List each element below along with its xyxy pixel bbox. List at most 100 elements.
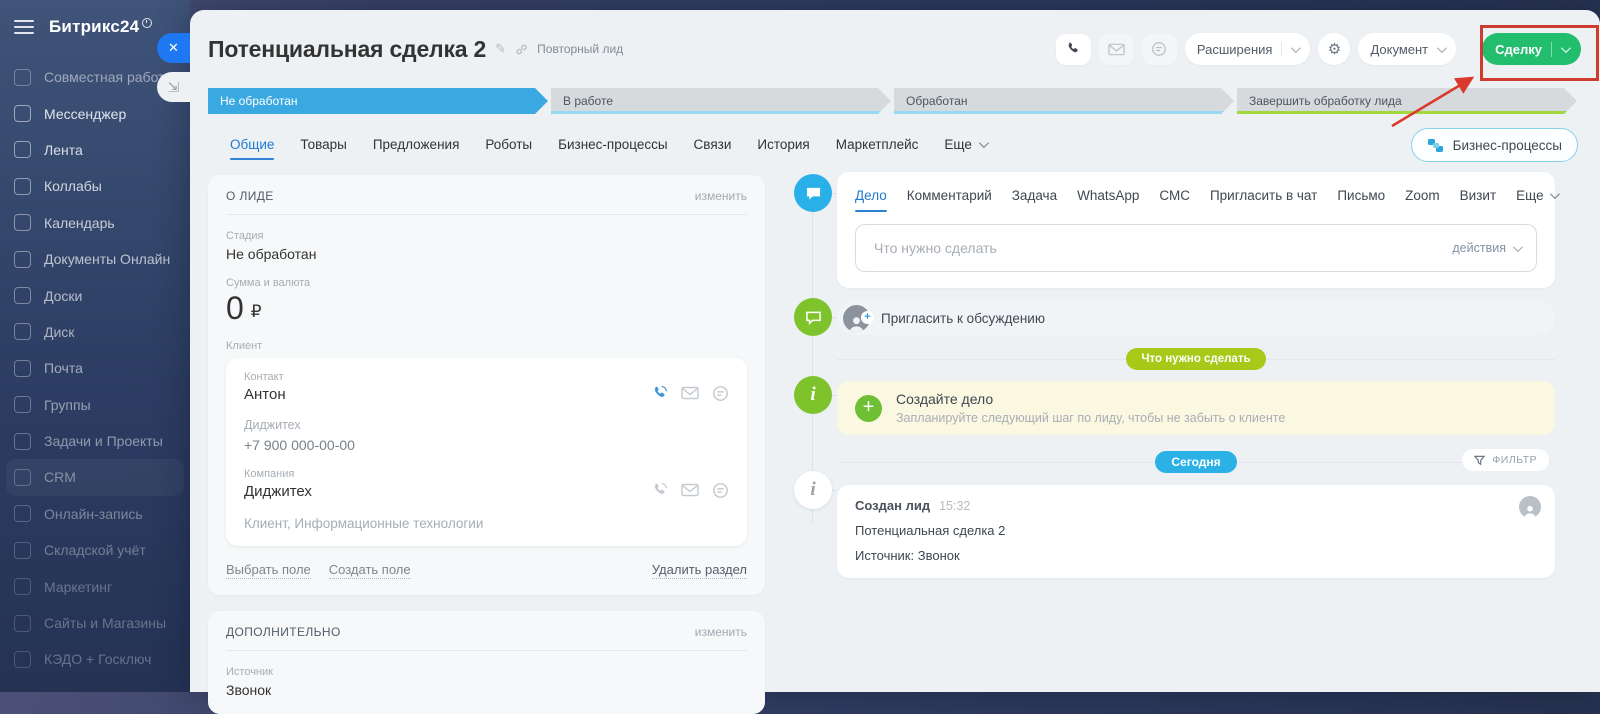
create-field-link[interactable]: Создать поле — [329, 562, 411, 579]
activity-tab[interactable]: Комментарий — [907, 184, 992, 212]
calendar-icon — [14, 214, 31, 231]
stage-step[interactable]: Не обработан — [208, 88, 548, 114]
timeline-column: Дело Комментарий Задача WhatsApp СМС — [837, 172, 1555, 578]
sidebar-item[interactable]: Почта — [0, 350, 190, 386]
sidebar-item[interactable]: Задачи и Проекты — [0, 423, 190, 459]
sidebar-item[interactable]: Лента — [0, 132, 190, 168]
detail-tab[interactable]: Товары — [300, 125, 346, 166]
tasks-icon — [14, 433, 31, 450]
envelope-icon — [1108, 43, 1125, 56]
link-icon[interactable] — [515, 43, 528, 56]
sidebar-item-label: Задачи и Проекты — [44, 433, 163, 449]
detail-tab[interactable]: Бизнес-процессы — [558, 125, 667, 166]
actions-dropdown[interactable]: действия — [1452, 241, 1520, 255]
create-deal-button[interactable]: Сделку — [1482, 33, 1581, 65]
settings-button[interactable]: ⚙ — [1318, 33, 1350, 65]
contact-label: Контакт — [244, 371, 729, 383]
extensions-dropdown[interactable]: Расширения — [1185, 33, 1311, 65]
detail-tab[interactable]: Связи — [694, 125, 732, 166]
activity-tab[interactable]: Визит — [1460, 184, 1496, 212]
company-description: Клиент, Информационные технологии — [244, 516, 729, 531]
edit-section-link[interactable]: изменить — [695, 189, 747, 203]
collapse-button[interactable]: ⇲ — [157, 72, 190, 102]
contact-phone[interactable]: +7 900 000-00-00 — [244, 437, 729, 453]
phone-icon — [1065, 41, 1081, 57]
sidebar-item[interactable]: Онлайн-запись — [0, 496, 190, 532]
sidebar-item-label: Онлайн-запись — [44, 506, 143, 522]
todo-hint-pill[interactable]: Что нужно сделать — [1126, 348, 1265, 370]
sidebar-item[interactable]: Сайты и Магазины — [0, 605, 190, 641]
delete-section-link[interactable]: Удалить раздел — [652, 562, 747, 579]
detail-tab[interactable]: Маркетплейс — [836, 125, 919, 166]
stage-step[interactable]: Обработан — [894, 88, 1234, 114]
phone-icon[interactable] — [651, 482, 668, 499]
client-field-label: Клиент — [226, 340, 747, 352]
call-button[interactable] — [1056, 34, 1091, 65]
stage-field-value[interactable]: Не обработан — [226, 246, 747, 262]
detail-tab[interactable]: Предложения — [373, 125, 460, 166]
stage-step[interactable]: Завершить обработку лида — [1237, 88, 1577, 114]
sidebar-item[interactable]: Диск — [0, 314, 190, 350]
sidebar-item[interactable]: Календарь — [0, 205, 190, 241]
sites-icon — [14, 615, 31, 632]
chat-button[interactable] — [1142, 34, 1177, 65]
sidebar-item[interactable]: Доски — [0, 277, 190, 313]
detail-tab[interactable]: Роботы — [485, 125, 532, 166]
sidebar-item[interactable]: CRM — [6, 459, 184, 495]
activity-tab[interactable]: СМС — [1159, 184, 1190, 212]
activity-tab[interactable]: WhatsApp — [1077, 184, 1139, 212]
sidebar-item[interactable]: Коллабы — [0, 168, 190, 204]
hamburger-menu-icon[interactable] — [14, 20, 34, 34]
activity-tab[interactable]: Пригласить в чат — [1210, 184, 1317, 212]
messenger-icon[interactable] — [712, 385, 729, 402]
sidebar-item[interactable]: Складской учёт — [0, 532, 190, 568]
sidebar-item-label: Коллабы — [44, 178, 102, 194]
sidebar-item[interactable]: Группы — [0, 387, 190, 423]
create-activity-title[interactable]: Создайте дело — [896, 391, 1285, 407]
amount-field-value[interactable]: 0 ₽ — [226, 291, 747, 325]
activity-tab[interactable]: Задача — [1012, 184, 1057, 212]
invite-to-discussion[interactable]: + Пригласить к обсуждению — [837, 301, 1555, 335]
sidebar-item[interactable]: Мессенджер — [0, 95, 190, 131]
collabs-icon — [14, 178, 31, 195]
add-user-icon: + — [861, 311, 874, 324]
activity-tab[interactable]: Дело — [855, 184, 887, 212]
business-process-button[interactable]: Бизнес-процессы — [1411, 128, 1578, 162]
timeline-log-entry[interactable]: Создан лид 15:32 Потенциальная сделка 2 … — [837, 485, 1555, 578]
envelope-icon[interactable] — [681, 386, 699, 400]
sidebar-item[interactable]: Маркетинг — [0, 568, 190, 604]
client-card: Контакт Антон Диджи — [226, 358, 747, 546]
activity-tab[interactable]: Письмо — [1337, 184, 1385, 212]
select-field-link[interactable]: Выбрать поле — [226, 562, 311, 579]
detail-tab[interactable]: История — [757, 125, 809, 166]
close-button[interactable]: ✕ — [157, 33, 190, 63]
stage-step[interactable]: В работе — [551, 88, 891, 114]
todo-input[interactable] — [872, 239, 1442, 257]
repeat-lead-badge: Повторный лид — [537, 42, 623, 56]
company-name[interactable]: Диджитех — [244, 483, 312, 500]
contact-company: Диджитех — [244, 418, 729, 432]
activity-tab[interactable]: Еще — [1516, 184, 1556, 212]
company-actions — [651, 482, 729, 499]
contact-actions — [651, 385, 729, 402]
edit-title-icon[interactable]: ✎ — [495, 41, 506, 57]
chevron-down-icon — [979, 138, 989, 148]
contact-name[interactable]: Антон — [244, 386, 286, 403]
source-field-value[interactable]: Звонок — [226, 682, 747, 698]
phone-icon[interactable] — [651, 385, 668, 402]
add-activity-button[interactable]: + — [855, 395, 882, 422]
email-button[interactable] — [1099, 34, 1134, 65]
sidebar-item[interactable]: Документы Онлайн — [0, 241, 190, 277]
detail-tab[interactable]: Общие — [230, 125, 274, 166]
edit-section-link[interactable]: изменить — [695, 625, 747, 639]
filter-button[interactable]: ФИЛЬТР — [1462, 449, 1549, 471]
chevron-down-icon — [1561, 43, 1571, 53]
sidebar-item[interactable]: КЭДО + Госключ — [0, 641, 190, 677]
today-pill[interactable]: Сегодня — [1155, 451, 1236, 473]
messenger-icon[interactable] — [712, 482, 729, 499]
detail-tab[interactable]: Еще — [944, 125, 985, 166]
document-dropdown[interactable]: Документ — [1358, 33, 1456, 65]
sidebar-item-label: Документы Онлайн — [44, 251, 170, 267]
envelope-icon[interactable] — [681, 483, 699, 497]
activity-tab[interactable]: Zoom — [1405, 184, 1440, 212]
